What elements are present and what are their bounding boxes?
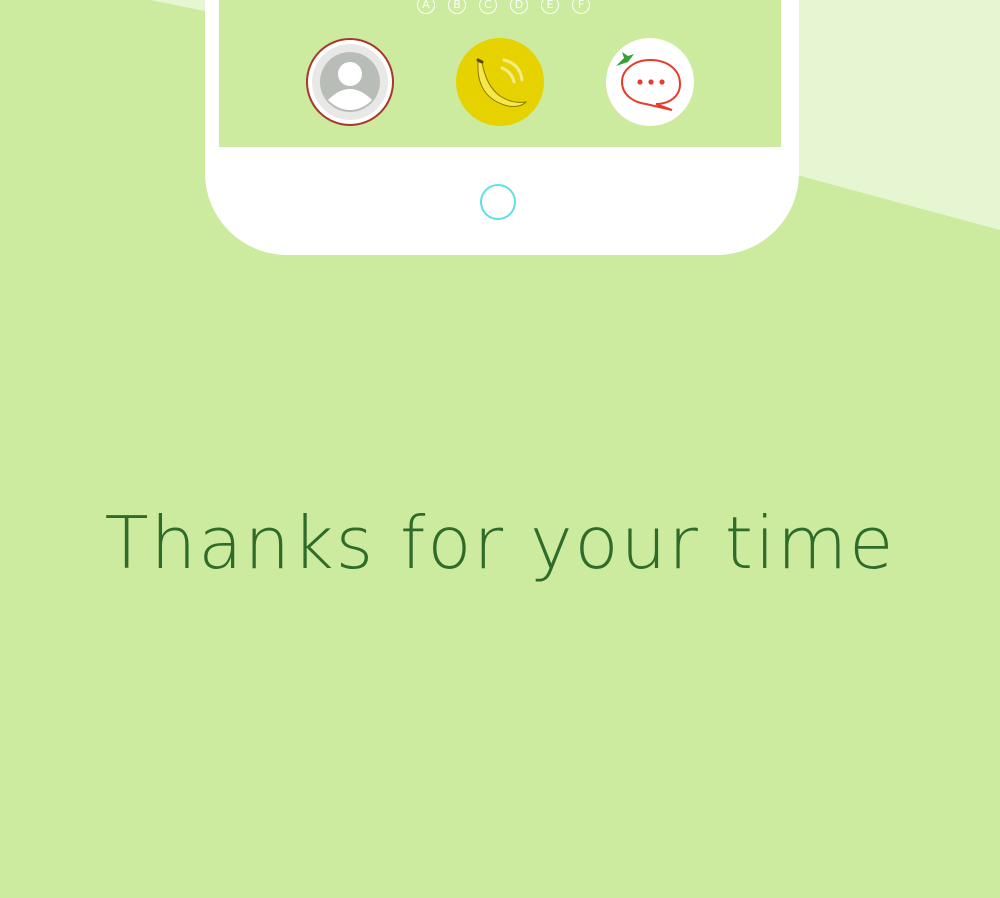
page-dot[interactable]: E [541, 0, 559, 14]
chat-bubble-icon [606, 38, 694, 126]
page-dot[interactable]: C [479, 0, 497, 14]
home-button[interactable] [480, 184, 516, 220]
chat-app-icon[interactable] [606, 38, 694, 126]
phone-screen: A B C D E F [219, 0, 781, 147]
phone-mockup: A B C D E F [205, 0, 799, 255]
page-dot[interactable]: D [510, 0, 528, 14]
page-dot[interactable]: F [572, 0, 590, 14]
banana-app-icon[interactable] [456, 38, 544, 126]
page-dot[interactable]: A [417, 0, 435, 14]
user-avatar-icon [306, 38, 394, 126]
contacts-app-icon[interactable] [306, 38, 394, 126]
page-dots: A B C D E F [417, 0, 590, 18]
page-dot[interactable]: B [448, 0, 466, 14]
banana-icon [456, 38, 544, 126]
thanks-message: Thanks for your time [104, 501, 896, 585]
